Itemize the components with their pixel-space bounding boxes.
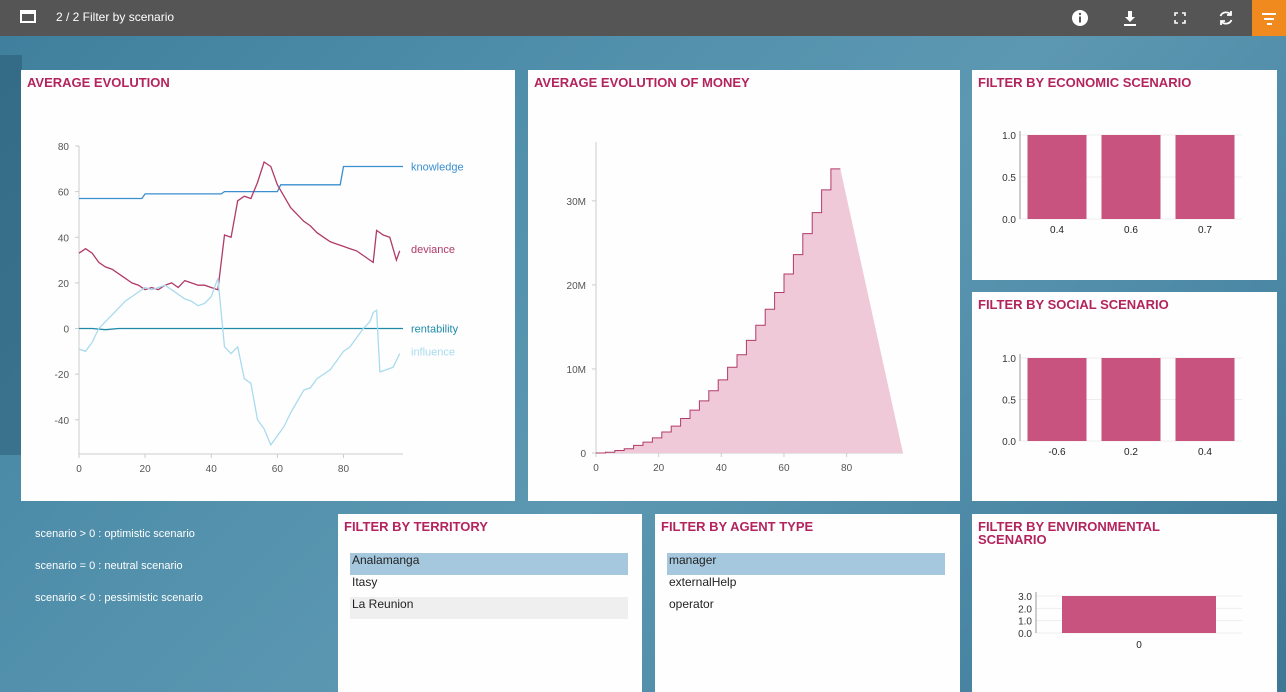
series-label-deviance: deviance xyxy=(411,244,455,256)
y-tick-label: 80 xyxy=(58,142,70,153)
list-item-la-reunion[interactable]: La Reunion xyxy=(350,597,628,619)
y-tick-label: 3.0 xyxy=(1018,592,1032,603)
y-tick-label: 0.5 xyxy=(1002,396,1016,407)
economic-scenario-chart: 1.0 0.5 0.0 0.4 0.6 0.7 xyxy=(1002,131,1242,236)
y-tick-label: 0 xyxy=(63,325,69,336)
environmental-scenario-panel: FILTER BY ENVIRONMENTAL SCENARIO 3.0 2.0 1… xyxy=(972,514,1277,692)
y-tick-label: 20 xyxy=(58,279,70,290)
filter-icon[interactable] xyxy=(1252,0,1286,36)
series-line-knowledge xyxy=(79,165,403,200)
y-tick-label: 30M xyxy=(567,197,586,208)
series-label-rentability: rentability xyxy=(411,324,459,336)
list-item-externalhelp[interactable]: externalHelp xyxy=(667,575,945,597)
bar xyxy=(1175,358,1235,441)
y-tick-label: 0.0 xyxy=(1002,215,1016,226)
x-tick-label: 0.4 xyxy=(1050,225,1064,236)
fullscreen-icon[interactable] xyxy=(1168,6,1192,30)
average-evolution-chart: 80 60 40 20 0 -20 -40 0 20 40 60 80 knowledge devianc… xyxy=(55,142,464,475)
legend-neutral: scenario = 0 : neutral scenario xyxy=(35,560,183,572)
download-icon[interactable] xyxy=(1118,6,1142,30)
refresh-icon[interactable] xyxy=(1214,6,1238,30)
y-tick-label: 0.0 xyxy=(1002,437,1016,448)
list-item-manager[interactable]: manager xyxy=(667,553,945,575)
y-tick-label: 0.0 xyxy=(1018,629,1032,640)
y-tick-label: 0.5 xyxy=(1002,173,1016,184)
x-tick-label: 0.7 xyxy=(1198,225,1212,236)
x-tick-label: 20 xyxy=(140,464,152,475)
x-tick-label: 0.2 xyxy=(1124,447,1138,458)
y-tick-label: 20M xyxy=(567,281,586,292)
legend-pessimistic: scenario < 0 : pessimistic scenario xyxy=(35,592,203,604)
window-icon[interactable] xyxy=(20,10,36,23)
x-tick-label: 60 xyxy=(778,463,790,474)
x-tick-label: 0 xyxy=(1136,640,1142,651)
x-tick-label: 0 xyxy=(593,463,599,474)
x-tick-label: 40 xyxy=(716,463,728,474)
x-tick-label: -0.6 xyxy=(1048,447,1066,458)
background-decoration xyxy=(0,55,22,455)
y-tick-label: 10M xyxy=(567,365,586,376)
money-area xyxy=(596,168,903,453)
x-tick-label: 0 xyxy=(76,464,82,475)
y-tick-label: -40 xyxy=(55,416,70,427)
economic-scenario-panel: FILTER BY ECONOMIC SCENARIO 1.0 0.5 0.0 0.4… xyxy=(972,70,1277,280)
bar xyxy=(1062,596,1216,633)
x-tick-label: 40 xyxy=(206,464,218,475)
list-item-operator[interactable]: operator xyxy=(667,597,945,619)
series-line-influence xyxy=(78,278,401,447)
x-tick-label: 0.4 xyxy=(1198,447,1212,458)
series-label-knowledge: knowledge xyxy=(411,162,464,174)
social-scenario-chart: 1.0 0.5 0.0 -0.6 0.2 0.4 xyxy=(1002,354,1242,458)
average-evolution-panel: AVERAGE EVOLUTION 80 60 40 20 0 -20 -40 0 20 40 60… xyxy=(21,70,515,501)
y-tick-label: 1.0 xyxy=(1018,617,1032,628)
bar xyxy=(1101,135,1161,219)
bar xyxy=(1175,135,1235,219)
x-tick-label: 20 xyxy=(653,463,665,474)
y-tick-label: 0 xyxy=(580,449,586,460)
social-scenario-panel: FILTER BY SOCIAL SCENARIO 1.0 0.5 0.0 -0.6 0… xyxy=(972,292,1277,501)
panel-title: FILTER BY TERRITORY xyxy=(344,519,488,534)
legend-optimistic: scenario > 0 : optimistic scenario xyxy=(35,528,195,540)
series-line-rentability xyxy=(79,327,403,331)
top-bar: 2 / 2 Filter by scenario xyxy=(0,0,1286,36)
bar xyxy=(1027,358,1087,441)
y-tick-label: 2.0 xyxy=(1018,604,1032,615)
y-tick-label: 1.0 xyxy=(1002,354,1016,365)
average-money-panel: AVERAGE EVOLUTION OF MONEY 0 10M 20M 30M 0 20… xyxy=(528,70,960,501)
x-tick-label: 80 xyxy=(338,464,350,475)
series-line-deviance xyxy=(78,160,401,291)
y-tick-label: 60 xyxy=(58,188,70,199)
list-item-itasy[interactable]: Itasy xyxy=(350,575,628,597)
y-tick-label: 40 xyxy=(58,233,70,244)
x-tick-label: 60 xyxy=(272,464,284,475)
list-item-analamanga[interactable]: Analamanga xyxy=(350,553,628,575)
info-icon[interactable] xyxy=(1068,6,1092,30)
average-money-chart: 0 10M 20M 30M 0 20 40 60 80 xyxy=(567,142,903,474)
x-tick-label: 80 xyxy=(841,463,853,474)
series-label-influence: influence xyxy=(411,347,455,359)
environmental-scenario-chart: 3.02.0 1.00.0 0 xyxy=(1018,592,1242,651)
bar xyxy=(1027,135,1087,219)
bar xyxy=(1101,358,1161,441)
y-tick-label: -20 xyxy=(55,370,70,381)
territory-filter-panel: FILTER BY TERRITORY Analamanga Itasy La … xyxy=(338,514,642,692)
agent-type-filter-panel: FILTER BY AGENT TYPE manager externalHel… xyxy=(655,514,960,692)
window-title: 2 / 2 Filter by scenario xyxy=(56,10,175,24)
x-tick-label: 0.6 xyxy=(1124,225,1138,236)
y-tick-label: 1.0 xyxy=(1002,131,1016,142)
panel-title: FILTER BY AGENT TYPE xyxy=(661,519,814,534)
